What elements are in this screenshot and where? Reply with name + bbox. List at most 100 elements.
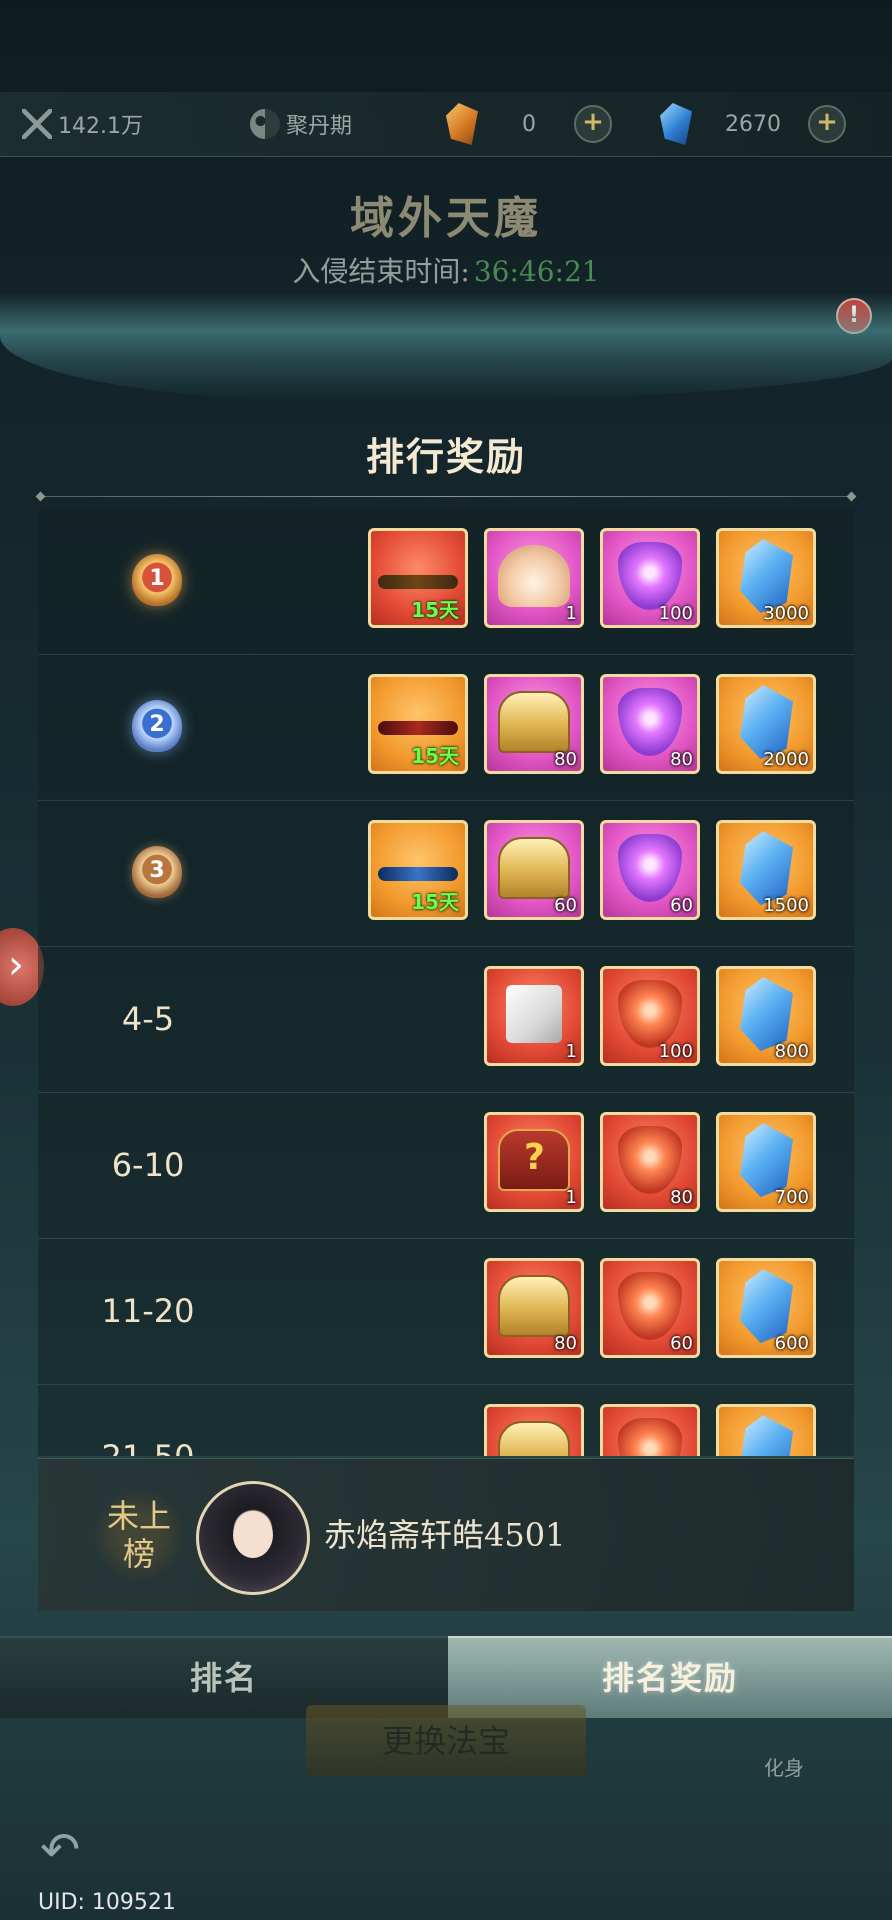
item-quantity: 1	[565, 1041, 577, 1062]
reward-item[interactable]: 15天	[368, 528, 468, 628]
item-duration: 15天	[411, 890, 459, 914]
item-quantity: 1	[565, 1187, 577, 1208]
blue-currency: 2670 +	[660, 92, 880, 156]
item-quantity: 600	[774, 1333, 809, 1354]
rank-medal-3-icon: 3	[132, 846, 182, 898]
orange-gem-icon	[446, 103, 478, 145]
mystery-chest-icon	[498, 1129, 570, 1192]
player-rank-bar: 未上榜 赤焰斋轩皓4501	[38, 1458, 854, 1611]
item-quantity: 700	[774, 1187, 809, 1208]
blue-crystal-icon	[740, 1123, 793, 1198]
power-value: 142.1万	[58, 114, 143, 139]
reward-item[interactable]: 600	[716, 1258, 816, 1358]
item-quantity: 100	[658, 1041, 693, 1062]
modal-title: 排行奖励	[365, 434, 526, 479]
back-arrow-icon[interactable]: ↶	[40, 1822, 104, 1878]
reward-row: 1 15天 1 100 3000	[38, 508, 854, 655]
blue-crystal-icon	[740, 1415, 793, 1456]
crown-icon	[498, 545, 570, 608]
item-quantity: 3000	[763, 603, 809, 624]
rank-range: 6-10	[111, 1146, 185, 1184]
item-quantity: 1	[565, 603, 577, 624]
gem-shield-red-icon	[618, 1418, 682, 1456]
reward-item[interactable]: 800	[716, 966, 816, 1066]
reward-item[interactable]: 80	[600, 1112, 700, 1212]
item-quantity: 60	[670, 895, 693, 916]
item-quantity: 800	[774, 1041, 809, 1062]
rank-range: 4-5	[121, 1000, 175, 1038]
invasion-timer: 入侵结束时间: 36:46:21	[0, 250, 892, 290]
item-quantity: 2000	[763, 749, 809, 770]
gold-chest-icon	[498, 1421, 570, 1456]
avatar-transform-label[interactable]: 化身	[764, 1752, 804, 1781]
blue-crystal-icon	[740, 1269, 793, 1344]
reward-items: 1 80 700	[484, 1112, 816, 1212]
reward-item[interactable]: 700	[716, 1112, 816, 1212]
gem-shield-red-icon	[618, 980, 682, 1049]
rank-range: 21-50	[58, 1384, 238, 1456]
reward-list[interactable]: 1 15天 1 100 3000 2 15天 80 80 2000 3 15天 60 60 1500 4-5 1…	[38, 508, 854, 1456]
reward-row: 4-5 1 100 800	[38, 946, 854, 1093]
power-display: 142.1万	[22, 92, 143, 156]
realm-value: 聚丹期	[286, 114, 353, 139]
invasion-end-label: 入侵结束时间:	[292, 255, 470, 288]
change-treasure-button[interactable]: 更换法宝	[306, 1705, 586, 1777]
item-quantity: 60	[554, 895, 577, 916]
reward-item[interactable]: 60	[600, 820, 700, 920]
item-duration: 15天	[411, 744, 459, 768]
reward-item[interactable]: 100	[600, 966, 700, 1066]
reward-list-viewport[interactable]: 1 15天 1 100 3000 2 15天 80 80 2000 3 15天 60 60 1500 4-5 1…	[38, 508, 854, 1456]
reward-item[interactable]: 1	[484, 966, 584, 1066]
item-quantity: 60	[670, 1333, 693, 1354]
reward-item[interactable]	[600, 1404, 700, 1456]
reward-items: 15天 1 100 3000	[368, 528, 816, 628]
reward-item[interactable]: 80	[600, 674, 700, 774]
reward-item[interactable]: 15天	[368, 820, 468, 920]
gem-shield-red-icon	[618, 1126, 682, 1195]
item-quantity: 100	[658, 603, 693, 624]
reward-items: 15天 80 80 2000	[368, 674, 816, 774]
reward-item[interactable]: 100	[600, 528, 700, 628]
reward-item[interactable]: 1500	[716, 820, 816, 920]
item-quantity: 1500	[763, 895, 809, 916]
add-blue-currency-button[interactable]: +	[808, 105, 846, 143]
title-banner-gold-icon	[378, 574, 458, 589]
reward-item[interactable]: 60	[600, 1258, 700, 1358]
tab-bar: 排名 排名奖励	[0, 1636, 892, 1718]
reward-item[interactable]: 2000	[716, 674, 816, 774]
reward-items: 80 60 600	[484, 1258, 816, 1358]
reward-item[interactable]: 3000	[716, 528, 816, 628]
player-rank-status: 未上榜	[94, 1487, 184, 1583]
add-orange-currency-button[interactable]: +	[574, 105, 612, 143]
yin-yang-icon	[250, 109, 280, 139]
title-banner-red-icon	[378, 720, 458, 735]
reward-item[interactable]: 1	[484, 1112, 584, 1212]
reward-row: 21-50	[38, 1384, 854, 1456]
item-duration: 15天	[411, 598, 459, 622]
reward-row: 2 15天 80 80 2000	[38, 654, 854, 801]
reward-item[interactable]: 60	[484, 820, 584, 920]
swords-icon	[22, 109, 52, 139]
reward-item[interactable]: 1	[484, 528, 584, 628]
blue-crystal-icon	[740, 977, 793, 1052]
reward-row: 11-20 80 60 600	[38, 1238, 854, 1385]
reward-row: 3 15天 60 60 1500	[38, 800, 854, 947]
player-avatar[interactable]	[196, 1481, 310, 1595]
rank-medal-1-icon: 1	[132, 554, 182, 606]
invasion-end-time: 36:46:21	[473, 255, 600, 288]
item-quantity: 80	[554, 749, 577, 770]
decorative-wave	[0, 292, 892, 402]
gem-shield-pink-icon	[618, 688, 682, 757]
item-quantity: 80	[670, 1187, 693, 1208]
reward-item[interactable]	[484, 1404, 584, 1456]
reward-item[interactable]	[716, 1404, 816, 1456]
reward-item[interactable]: 80	[484, 674, 584, 774]
reward-item[interactable]: 80	[484, 1258, 584, 1358]
reward-item[interactable]: 15天	[368, 674, 468, 774]
title-divider	[40, 496, 852, 497]
item-quantity: 80	[554, 1333, 577, 1354]
gold-chest-icon	[498, 837, 570, 900]
blue-gem-icon	[660, 103, 692, 145]
white-cube-icon	[506, 985, 562, 1044]
uid-label: UID: 109521	[38, 1890, 176, 1915]
